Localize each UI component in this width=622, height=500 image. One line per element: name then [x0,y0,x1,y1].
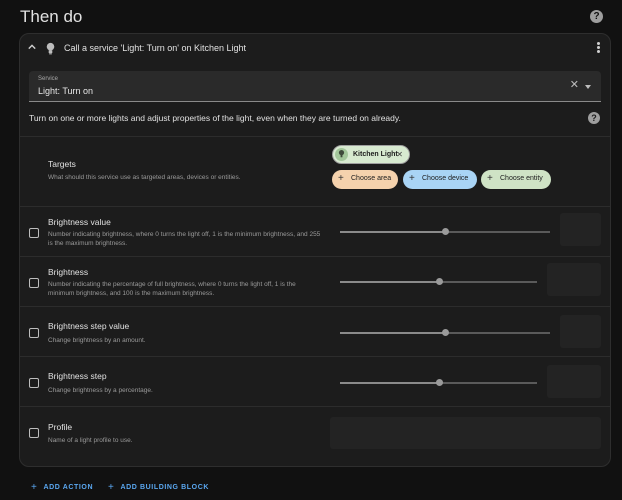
choose-area-label: Choose area [351,175,392,182]
row-description: Name of a light profile to use. [48,437,133,444]
add-action-label: ADD ACTION [43,484,94,491]
profile-row: Profile Name of a light profile to use. [20,406,610,458]
row-description: Number indicating the percentage of full… [48,281,296,297]
brightness-step-slider[interactable] [340,379,537,386]
targets-row: Targets What should this service use as … [20,136,610,206]
brightness-step-value-input[interactable] [560,315,601,348]
close-icon[interactable]: ✕ [570,80,579,91]
brightness-step-row: Brightness step Change brightness by a p… [20,356,610,406]
target-chip-kitchen-light[interactable]: Kitchen Light ✕ [332,145,410,164]
row-description: Number indicating brightness, where 0 tu… [48,231,321,247]
profile-input[interactable] [330,417,601,449]
slider-thumb[interactable] [436,278,443,285]
row-title: Brightness step value [48,321,130,331]
row-title: Brightness step [48,371,107,381]
slider-fill [340,281,439,283]
brightness-row: Brightness Number indicating the percent… [20,256,610,306]
brightness-step-value-checkbox[interactable] [29,328,39,338]
card-header[interactable]: Call a service 'Light: Turn on' on Kitch… [20,34,610,62]
brightness-step-input[interactable] [547,365,601,398]
brightness-step-value-slider[interactable] [340,329,550,336]
brightness-checkbox[interactable] [29,278,39,288]
row-description: Change brightness by a percentage. [48,387,153,394]
brightness-value-row: Brightness value Number indicating brigh… [20,206,610,256]
profile-checkbox[interactable] [29,428,39,438]
service-label: Service [38,76,59,82]
row-title: Profile [48,422,73,432]
help-icon[interactable]: ? [590,10,603,23]
action-card: Call a service 'Light: Turn on' on Kitch… [19,33,611,467]
row-title: Brightness value [48,217,111,227]
close-icon[interactable]: ✕ [396,146,403,163]
card-title: Call a service 'Light: Turn on' on Kitch… [64,43,247,53]
brightness-input[interactable] [547,263,601,296]
row-description: Change brightness by an amount. [48,337,146,344]
target-chip-label: Kitchen Light [353,151,398,158]
help-circle-icon[interactable]: ? [588,112,600,124]
plus-icon: + [409,173,415,184]
chevron-up-icon[interactable] [28,43,36,51]
choose-entity-button[interactable]: + Choose entity [481,170,551,189]
plus-icon: + [487,173,493,184]
slider-thumb[interactable] [436,379,443,386]
brightness-value-checkbox[interactable] [29,228,39,238]
choose-device-label: Choose device [422,175,469,182]
add-building-block-label: ADD BUILDING BLOCK [120,484,210,491]
targets-title: Targets [48,159,76,169]
row-title: Brightness [48,267,89,277]
slider-fill [340,231,445,233]
brightness-value-slider[interactable] [340,228,550,235]
plus-icon: + [338,173,344,184]
page-title: Then do [20,7,83,26]
brightness-value-input[interactable] [560,213,601,246]
service-description: Turn on one or more lights and adjust pr… [29,113,401,123]
targets-description: What should this service use as targeted… [48,174,241,181]
slider-thumb[interactable] [442,228,449,235]
brightness-step-value-row: Brightness step value Change brightness … [20,306,610,356]
lightbulb-icon [46,42,55,55]
lightbulb-icon [335,148,348,161]
slider-thumb[interactable] [442,329,449,336]
choose-entity-label: Choose entity [500,175,543,182]
menu-down-icon[interactable] [585,85,591,89]
choose-area-button[interactable]: + Choose area [332,170,398,189]
choose-device-button[interactable]: + Choose device [403,170,477,189]
plus-icon: + [31,482,38,493]
service-value[interactable]: Light: Turn on [38,86,93,96]
slider-fill [340,332,445,334]
add-action-button[interactable]: + ADD ACTION [31,482,93,493]
plus-icon: + [108,482,115,493]
add-building-block-button[interactable]: + ADD BUILDING BLOCK [108,482,209,493]
brightness-slider[interactable] [340,278,537,285]
brightness-step-checkbox[interactable] [29,378,39,388]
dots-vertical-icon[interactable] [597,42,601,54]
service-field[interactable]: Service Light: Turn on ✕ [29,71,601,102]
slider-fill [340,382,439,384]
